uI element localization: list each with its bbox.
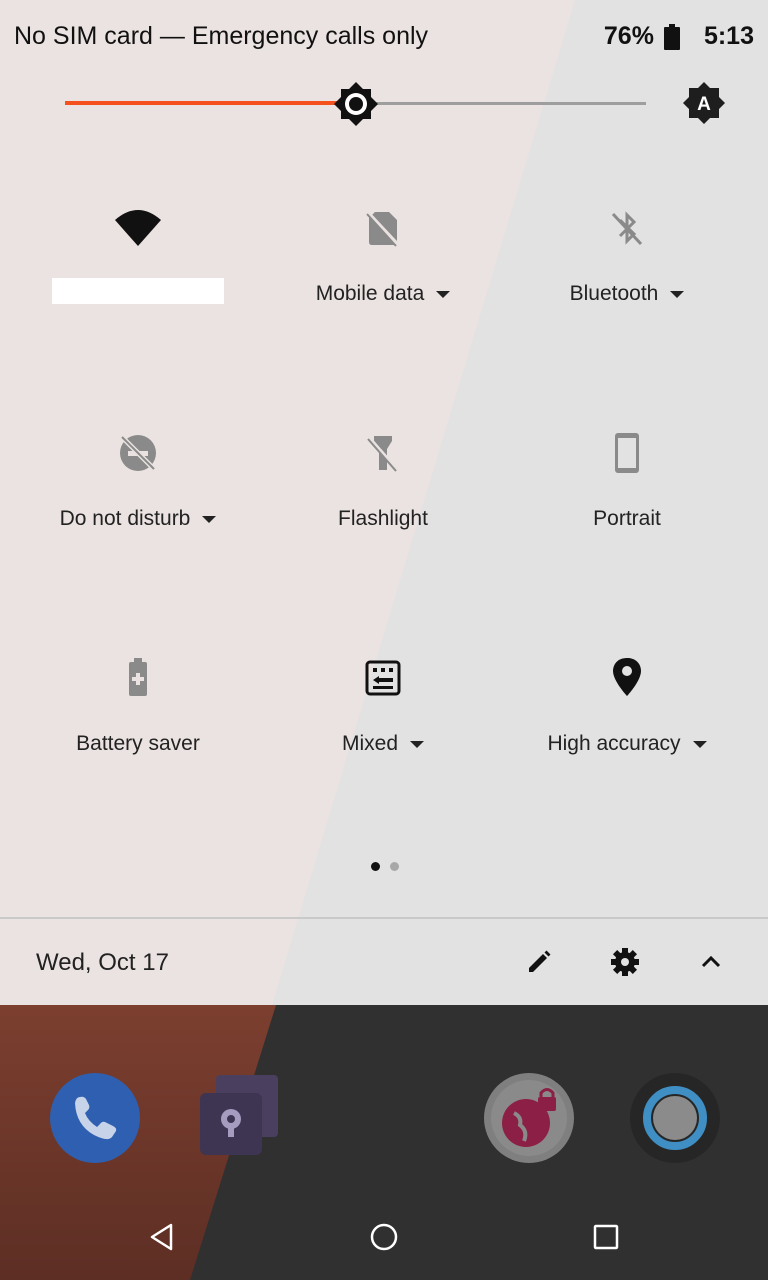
tile-mobile-data[interactable]: Mobile data	[255, 180, 511, 405]
settings-button[interactable]	[607, 944, 643, 980]
tile-wifi[interactable]	[10, 180, 266, 405]
location-icon	[613, 658, 641, 696]
date-text: Wed, Oct 17	[36, 949, 169, 976]
chevron-down-icon[interactable]	[670, 290, 685, 298]
pencil-icon	[529, 950, 551, 972]
chevron-down-icon[interactable]	[692, 740, 707, 748]
tile-label-mixed: Mixed	[341, 732, 399, 755]
bluetooth-off-icon	[611, 211, 643, 246]
tile-label-location: High accuracy	[547, 732, 681, 755]
secure-folder-icon[interactable]	[196, 1073, 282, 1159]
wifi-icon	[115, 210, 161, 246]
tile-battery-saver[interactable]: Battery saver	[10, 630, 266, 855]
chevron-down-icon[interactable]	[436, 290, 451, 298]
home-button[interactable]	[362, 1215, 406, 1259]
quick-settings-panel: No SIM card — Emergency calls only 76% 5…	[0, 0, 768, 1005]
tile-label-flashlight: Flashlight	[338, 507, 428, 530]
phone-portrait-icon	[615, 433, 639, 473]
home-icon	[370, 1223, 398, 1251]
battery-percent: 76%	[603, 22, 654, 50]
keyboard-icon	[365, 660, 401, 696]
brightness-slider[interactable]	[65, 82, 646, 126]
recents-button[interactable]	[584, 1215, 628, 1259]
tile-location[interactable]: High accuracy	[499, 630, 755, 855]
tile-flashlight[interactable]: Flashlight	[255, 405, 511, 630]
back-icon	[150, 1223, 173, 1251]
battery-icon	[663, 23, 680, 50]
tile-do-not-disturb[interactable]: Do not disturb	[10, 405, 266, 630]
brightness-thumb-icon[interactable]	[333, 82, 378, 126]
tile-label-mobile-data: Mobile data	[315, 282, 425, 305]
auto-brightness-icon[interactable]: A	[683, 82, 725, 124]
phone-app-icon[interactable]	[50, 1073, 140, 1163]
tile-label-portrait: Portrait	[593, 507, 661, 530]
tile-mixed[interactable]: Mixed	[255, 630, 511, 855]
page-indicator	[371, 862, 399, 871]
sim-off-icon	[366, 211, 400, 247]
page-dot	[390, 862, 399, 871]
page-dot-active	[371, 862, 380, 871]
tile-bluetooth[interactable]: Bluetooth	[499, 180, 755, 405]
flashlight-off-icon	[367, 436, 399, 472]
status-icons: 76% 5:13	[604, 22, 754, 51]
tile-label-dnd: Do not disturb	[59, 507, 191, 530]
gear-icon	[611, 948, 639, 976]
edit-button[interactable]	[521, 944, 557, 980]
carrier-status: No SIM card — Emergency calls only	[14, 22, 429, 50]
svg-text:A: A	[697, 94, 711, 115]
tile-label-bluetooth: Bluetooth	[569, 282, 659, 305]
back-button[interactable]	[140, 1215, 184, 1259]
collapse-button[interactable]	[693, 944, 729, 980]
chevron-down-icon[interactable]	[202, 515, 217, 523]
assistant-icon[interactable]	[630, 1073, 720, 1163]
dnd-off-icon	[120, 435, 156, 471]
secure-browser-icon[interactable]	[484, 1073, 574, 1163]
chevron-up-icon	[701, 955, 721, 968]
recents-icon	[593, 1224, 619, 1250]
divider	[0, 917, 768, 919]
clock: 5:13	[703, 22, 754, 50]
tile-portrait[interactable]: Portrait	[499, 405, 755, 630]
tile-label-battery-saver: Battery saver	[76, 732, 200, 755]
battery-saver-icon	[129, 658, 147, 696]
wifi-network-name	[52, 278, 224, 304]
chevron-down-icon[interactable]	[410, 740, 425, 748]
